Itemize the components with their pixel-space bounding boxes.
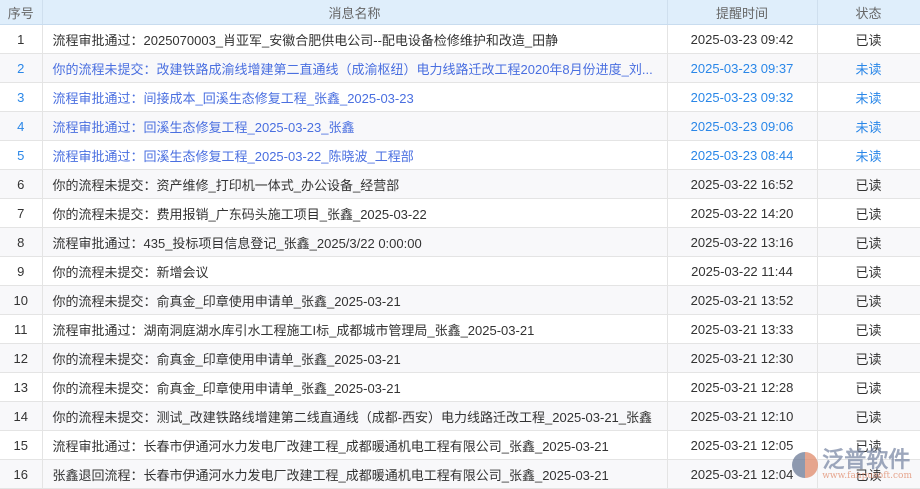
table-row[interactable]: 4 流程审批通过：回溪生态修复工程_2025-03-23_张鑫 2025-03-23… <box>0 111 920 141</box>
read-status: 未读 <box>817 53 920 83</box>
read-status: 已读 <box>817 227 920 257</box>
reminder-time: 2025-03-22 16:52 <box>667 169 818 199</box>
column-header-time[interactable]: 提醒时间 <box>667 0 818 25</box>
read-status: 已读 <box>817 285 920 315</box>
read-status: 已读 <box>817 198 920 228</box>
row-number: 13 <box>0 372 43 402</box>
reminder-time: 2025-03-21 12:05 <box>667 430 818 460</box>
reminder-time: 2025-03-23 08:44 <box>667 140 818 170</box>
table-row[interactable]: 6 你的流程未提交：资产维修_打印机一体式_办公设备_经营部 2025-03-22 … <box>0 169 920 199</box>
reminder-time: 2025-03-21 12:30 <box>667 343 818 373</box>
message-name-link[interactable]: 你的流程未提交：资产维修_打印机一体式_办公设备_经营部 <box>42 169 668 199</box>
message-name-link[interactable]: 张鑫退回流程：长春市伊通河水力发电厂改建工程_成都暖通机电工程有限公司_张鑫_2… <box>42 459 668 489</box>
table-row[interactable]: 13 你的流程未提交：俞真金_印章使用申请单_张鑫_2025-03-21 2025-… <box>0 372 920 402</box>
reminder-time: 2025-03-23 09:06 <box>667 111 818 141</box>
row-number: 2 <box>0 53 43 83</box>
message-name-link[interactable]: 你的流程未提交：改建铁路成渝线增建第二直通线（成渝枢纽）电力线路迁改工程2020… <box>42 53 668 83</box>
read-status: 已读 <box>817 430 920 460</box>
table-row[interactable]: 2 你的流程未提交：改建铁路成渝线增建第二直通线（成渝枢纽）电力线路迁改工程202… <box>0 53 920 83</box>
table-row[interactable]: 15 流程审批通过：长春市伊通河水力发电厂改建工程_成都暖通机电工程有限公司_张鑫… <box>0 430 920 460</box>
reminder-time: 2025-03-22 13:16 <box>667 227 818 257</box>
read-status: 未读 <box>817 140 920 170</box>
table-row[interactable]: 5 流程审批通过：回溪生态修复工程_2025-03-22_陈晓波_工程部 2025-… <box>0 140 920 170</box>
reminder-time: 2025-03-21 12:28 <box>667 372 818 402</box>
table-row[interactable]: 8 流程审批通过：435_投标项目信息登记_张鑫_2025/3/22 0:00:0… <box>0 227 920 257</box>
message-table: 序号 消息名称 提醒时间 状态 1 流程审批通过：2025070003_肖亚军_安… <box>0 0 920 489</box>
read-status: 已读 <box>817 169 920 199</box>
reminder-time: 2025-03-23 09:37 <box>667 53 818 83</box>
reminder-time: 2025-03-22 14:20 <box>667 198 818 228</box>
table-header: 序号 消息名称 提醒时间 状态 <box>0 0 920 25</box>
message-name-link[interactable]: 流程审批通过：湖南洞庭湖水库引水工程施工I标_成都城市管理局_张鑫_2025-0… <box>42 314 668 344</box>
read-status: 已读 <box>817 314 920 344</box>
message-name-link[interactable]: 你的流程未提交：新增会议 <box>42 256 668 286</box>
read-status: 已读 <box>817 459 920 489</box>
row-number: 1 <box>0 24 43 54</box>
read-status: 已读 <box>817 401 920 431</box>
reminder-time: 2025-03-21 13:33 <box>667 314 818 344</box>
table-row[interactable]: 12 你的流程未提交：俞真金_印章使用申请单_张鑫_2025-03-21 2025-… <box>0 343 920 373</box>
read-status: 已读 <box>817 343 920 373</box>
message-name-link[interactable]: 流程审批通过：回溪生态修复工程_2025-03-23_张鑫 <box>42 111 668 141</box>
table-row[interactable]: 7 你的流程未提交：费用报销_广东码头施工项目_张鑫_2025-03-22 2025… <box>0 198 920 228</box>
row-number: 3 <box>0 82 43 112</box>
message-name-link[interactable]: 流程审批通过：2025070003_肖亚军_安徽合肥供电公司--配电设备检修维护… <box>42 24 668 54</box>
row-number: 9 <box>0 256 43 286</box>
table-row[interactable]: 1 流程审批通过：2025070003_肖亚军_安徽合肥供电公司--配电设备检修维… <box>0 24 920 54</box>
table-row[interactable]: 3 流程审批通过：间接成本_回溪生态修复工程_张鑫_2025-03-23 2025-… <box>0 82 920 112</box>
column-header-name[interactable]: 消息名称 <box>42 0 668 25</box>
message-name-link[interactable]: 流程审批通过：435_投标项目信息登记_张鑫_2025/3/22 0:00:00 <box>42 227 668 257</box>
reminder-time: 2025-03-21 13:52 <box>667 285 818 315</box>
row-number: 14 <box>0 401 43 431</box>
reminder-time: 2025-03-23 09:32 <box>667 82 818 112</box>
row-number: 8 <box>0 227 43 257</box>
column-header-no[interactable]: 序号 <box>0 0 43 25</box>
message-name-link[interactable]: 你的流程未提交：测试_改建铁路线增建第二线直通线（成都-西安）电力线路迁改工程_… <box>42 401 668 431</box>
table-row[interactable]: 11 流程审批通过：湖南洞庭湖水库引水工程施工I标_成都城市管理局_张鑫_2025… <box>0 314 920 344</box>
row-number: 6 <box>0 169 43 199</box>
message-name-link[interactable]: 你的流程未提交：费用报销_广东码头施工项目_张鑫_2025-03-22 <box>42 198 668 228</box>
row-number: 4 <box>0 111 43 141</box>
read-status: 已读 <box>817 256 920 286</box>
message-name-link[interactable]: 你的流程未提交：俞真金_印章使用申请单_张鑫_2025-03-21 <box>42 343 668 373</box>
table-row[interactable]: 14 你的流程未提交：测试_改建铁路线增建第二线直通线（成都-西安）电力线路迁改工… <box>0 401 920 431</box>
read-status: 未读 <box>817 111 920 141</box>
table-row[interactable]: 9 你的流程未提交：新增会议 2025-03-22 11:44 已读 <box>0 256 920 286</box>
read-status: 已读 <box>817 372 920 402</box>
read-status: 未读 <box>817 82 920 112</box>
reminder-time: 2025-03-21 12:10 <box>667 401 818 431</box>
reminder-time: 2025-03-22 11:44 <box>667 256 818 286</box>
reminder-time: 2025-03-23 09:42 <box>667 24 818 54</box>
read-status: 已读 <box>817 24 920 54</box>
row-number: 12 <box>0 343 43 373</box>
row-number: 10 <box>0 285 43 315</box>
table-row[interactable]: 16 张鑫退回流程：长春市伊通河水力发电厂改建工程_成都暖通机电工程有限公司_张鑫… <box>0 459 920 489</box>
table-row[interactable]: 10 你的流程未提交：俞真金_印章使用申请单_张鑫_2025-03-21 2025-… <box>0 285 920 315</box>
message-name-link[interactable]: 你的流程未提交：俞真金_印章使用申请单_张鑫_2025-03-21 <box>42 372 668 402</box>
row-number: 16 <box>0 459 43 489</box>
message-name-link[interactable]: 流程审批通过：间接成本_回溪生态修复工程_张鑫_2025-03-23 <box>42 82 668 112</box>
row-number: 7 <box>0 198 43 228</box>
row-number: 5 <box>0 140 43 170</box>
message-name-link[interactable]: 你的流程未提交：俞真金_印章使用申请单_张鑫_2025-03-21 <box>42 285 668 315</box>
message-name-link[interactable]: 流程审批通过：长春市伊通河水力发电厂改建工程_成都暖通机电工程有限公司_张鑫_2… <box>42 430 668 460</box>
reminder-time: 2025-03-21 12:04 <box>667 459 818 489</box>
row-number: 15 <box>0 430 43 460</box>
row-number: 11 <box>0 314 43 344</box>
column-header-status[interactable]: 状态 <box>817 0 920 25</box>
message-name-link[interactable]: 流程审批通过：回溪生态修复工程_2025-03-22_陈晓波_工程部 <box>42 140 668 170</box>
